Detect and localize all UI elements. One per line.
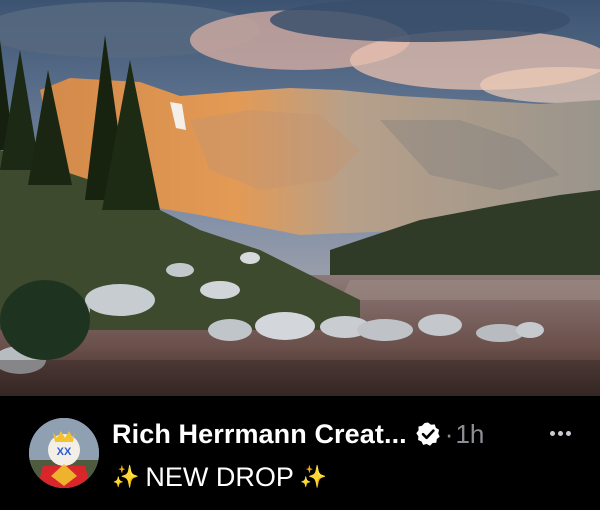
post-card: XX Rich Herrmann Creat... · 1h ✨ NEW DRO…: [0, 0, 600, 510]
post-message: NEW DROP: [145, 461, 294, 492]
more-dot: [549, 430, 555, 436]
post-header: Rich Herrmann Creat... · 1h: [112, 414, 484, 454]
avatar[interactable]: XX: [29, 418, 99, 488]
post-time: 1h: [455, 418, 485, 449]
avatar-illustration: XX: [29, 418, 99, 488]
sparkles-emoji: ✨: [299, 464, 328, 489]
separator-dot: ·: [444, 418, 454, 449]
post-image[interactable]: [0, 0, 600, 396]
verified-badge-icon: [416, 422, 440, 446]
svg-text:XX: XX: [57, 446, 72, 458]
more-dot: [565, 430, 571, 436]
more-dot: [557, 430, 563, 436]
author-name[interactable]: Rich Herrmann Creat...: [112, 419, 407, 450]
sparkles-emoji: ✨: [112, 464, 140, 489]
more-options-icon[interactable]: [546, 418, 574, 448]
post-text: ✨ NEW DROP ✨: [112, 457, 327, 497]
